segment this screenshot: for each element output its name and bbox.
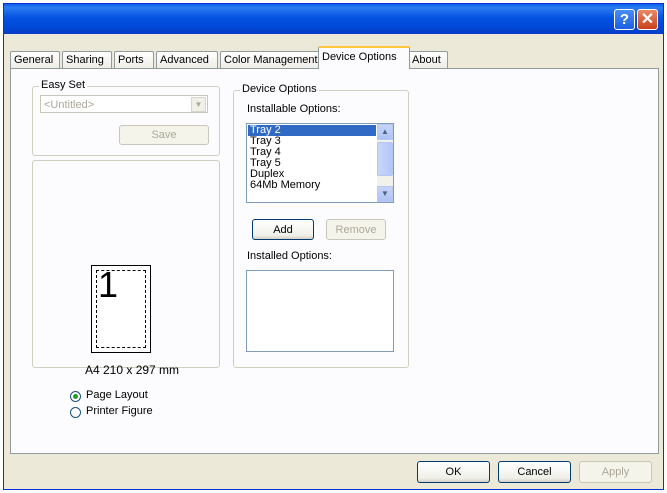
device-options-group: Device Options Installable Options: Tray… [233, 83, 409, 368]
add-button-label: Add [273, 224, 293, 236]
cancel-button-label: Cancel [517, 466, 552, 478]
close-icon: ✕ [640, 11, 655, 28]
save-button-label: Save [151, 129, 177, 141]
scroll-up-icon[interactable]: ▲ [377, 124, 393, 140]
printer-figure-label[interactable]: Printer Figure [86, 405, 153, 417]
scroll-thumb[interactable] [377, 142, 393, 176]
tab-sharing[interactable]: Sharing [62, 51, 112, 69]
cancel-button[interactable]: Cancel [498, 461, 571, 483]
scroll-down-icon[interactable]: ▼ [377, 186, 393, 202]
printer-figure-radio[interactable] [70, 407, 81, 418]
tab-device-options[interactable]: Device Options [318, 46, 410, 69]
paper-size-label: A4 210 x 297 mm [85, 363, 180, 377]
close-button[interactable]: ✕ [637, 9, 658, 30]
page-layout-radio[interactable] [70, 391, 81, 402]
page-layout-label[interactable]: Page Layout [86, 389, 148, 401]
device-options-panel: Easy Set <Untitled> ▼ Save 1 A4 210 x 29… [10, 68, 659, 454]
help-button[interactable]: ? [614, 9, 635, 30]
list-item[interactable]: 64Mb Memory [248, 180, 376, 191]
installed-options-list[interactable] [246, 270, 394, 352]
save-button[interactable]: Save [119, 125, 209, 145]
chevron-down-icon[interactable]: ▼ [191, 97, 206, 112]
easy-set-combo[interactable]: <Untitled> ▼ [40, 95, 208, 113]
tab-general[interactable]: General [10, 51, 60, 69]
paper-preview: 1 [91, 264, 151, 353]
add-button[interactable]: Add [252, 219, 314, 240]
ok-button[interactable]: OK [417, 461, 490, 483]
tab-ports[interactable]: Ports [114, 51, 154, 69]
list-scrollbar[interactable]: ▲ ▼ [377, 124, 393, 202]
title-bar[interactable]: ? ✕ [4, 4, 663, 34]
easy-set-group: Easy Set <Untitled> ▼ Save [32, 79, 220, 156]
easy-set-combo-value: <Untitled> [44, 99, 95, 111]
tab-about[interactable]: About [408, 51, 448, 69]
installable-options-label: Installable Options: [247, 103, 341, 115]
help-icon: ? [619, 11, 630, 28]
device-options-title: Device Options [240, 83, 319, 95]
tab-color-management[interactable]: Color Management [220, 51, 320, 69]
preview-group: 1 A4 210 x 297 mm Page Layout Printer Fi… [32, 160, 220, 418]
remove-button[interactable]: Remove [326, 219, 386, 240]
remove-button-label: Remove [335, 224, 377, 236]
tab-advanced[interactable]: Advanced [156, 51, 218, 69]
installable-options-list[interactable]: Tray 2 Tray 3 Tray 4 Tray 5 Duplex 64Mb … [246, 123, 394, 203]
printer-properties-window: ? ✕ General Sharing Ports Advanced Color… [3, 3, 664, 490]
installed-options-label: Installed Options: [247, 250, 332, 262]
ok-button-label: OK [445, 466, 462, 478]
apply-button-label: Apply [601, 466, 630, 478]
easy-set-title: Easy Set [39, 79, 88, 91]
apply-button[interactable]: Apply [579, 461, 652, 483]
page-number: 1 [98, 264, 119, 305]
